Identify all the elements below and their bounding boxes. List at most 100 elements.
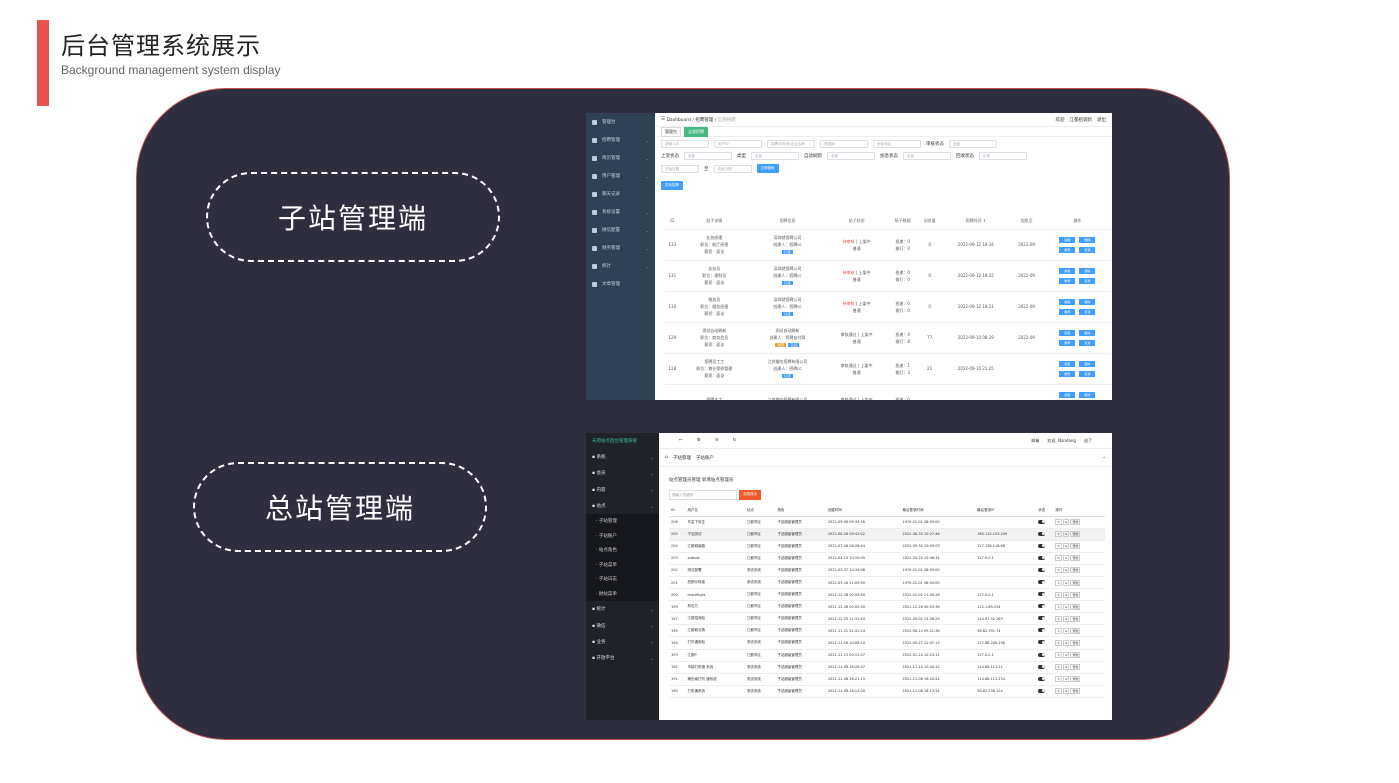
sidebar-item[interactable]: ▪ 统计 ⌄ [586,601,659,617]
row-action-button[interactable]: ✎ [1055,688,1062,695]
action-button[interactable]: 推荐 [1059,246,1076,253]
row-action-button[interactable]: 登陆 [1070,567,1081,574]
status-toggle[interactable] [1038,580,1046,585]
status-toggle[interactable] [1038,543,1046,548]
chevron-down-icon[interactable]: ⌄ [1102,455,1106,460]
tab-dashboard[interactable]: 管理台 [661,126,681,137]
action-button[interactable]: 编辑 [1059,391,1076,398]
action-button[interactable]: 置顶 [1079,339,1096,346]
row-action-button[interactable]: ⊖ [1062,639,1070,646]
row-action-button[interactable]: ✎ [1055,639,1062,646]
row-action-button[interactable]: ⊖ [1062,603,1070,610]
row-action-button[interactable]: 登陆 [1070,664,1081,671]
row-action-button[interactable]: ⊖ [1062,627,1070,634]
row-action-button[interactable]: ⊖ [1062,579,1070,586]
sidebar-item[interactable]: · 子站菜单 [586,557,659,573]
row-action-button[interactable]: ⊖ [1062,555,1070,562]
user-id-input[interactable]: 用户ID [714,140,762,148]
row-action-button[interactable]: ✎ [1055,676,1062,683]
search-button[interactable]: 查找提示 [739,490,761,500]
row-action-button[interactable]: ✎ [1055,543,1062,550]
status-toggle[interactable] [1038,567,1046,572]
row-action-button[interactable]: ✎ [1055,579,1062,586]
status-toggle[interactable] [1038,616,1046,621]
row-action-button[interactable]: 登陆 [1070,591,1081,598]
tab-all-jobs[interactable]: 全部招聘 [684,126,708,137]
row-action-button[interactable]: ⊖ [1062,531,1070,538]
row-action-button[interactable]: 登陆 [1070,543,1081,550]
row-action-button[interactable]: ✎ [1055,555,1062,562]
row-action-button[interactable]: ✎ [1055,567,1062,574]
action-button[interactable]: 置顶 [1079,246,1096,253]
search-button[interactable]: 立即搜索 [756,164,779,173]
row-action-button[interactable]: 登陆 [1070,603,1081,610]
sidebar-item[interactable]: 用户管理 ⌄ [586,167,655,185]
sidebar-item[interactable]: ▪ 会员 ⌄ [586,465,659,481]
urgent-select[interactable]: 全部 [903,152,951,160]
row-action-button[interactable]: ⊖ [1062,519,1070,526]
action-button[interactable]: 删除 [1079,329,1096,336]
action-button[interactable]: 删除 [1079,298,1096,305]
sidebar-item[interactable]: · 财站菜单 [586,586,659,602]
sidebar-item[interactable]: 管理台 [586,113,655,131]
row-action-button[interactable]: 登陆 [1070,627,1081,634]
status-toggle[interactable] [1038,531,1046,536]
row-action-button[interactable]: ✎ [1055,603,1062,610]
home-icon[interactable]: ⌂ [665,455,668,460]
type-select[interactable]: 全部 [751,152,799,160]
sidebar-item[interactable]: · 子站账户 [586,528,659,544]
row-action-button[interactable]: 登陆 [1070,639,1081,646]
action-button[interactable]: 置顶 [1079,370,1096,377]
status-toggle[interactable] [1038,664,1046,669]
row-action-button[interactable]: 登陆 [1070,676,1081,683]
action-button[interactable]: 删除 [1079,267,1096,274]
category-select[interactable]: 请选择 [820,140,868,148]
row-action-button[interactable]: ✎ [1055,519,1062,526]
user-name[interactable]: 欢迎, Nandang [1047,438,1076,444]
publish-job-button[interactable]: 发布招聘 [661,181,683,190]
back-icon[interactable]: ← [679,438,683,443]
sidebar-item[interactable]: ▪ 业务 ⌄ [586,634,659,650]
region-select[interactable]: 全部地区 [873,140,921,148]
sidebar-item[interactable]: 聊天记录 [586,185,655,203]
status-toggle[interactable] [1038,640,1046,645]
row-action-button[interactable]: 登陆 [1070,652,1081,659]
row-action-button[interactable]: ⊖ [1062,688,1070,695]
stack-icon[interactable]: ≡ [715,438,719,443]
row-action-button[interactable]: ⊖ [1062,664,1070,671]
row-action-button[interactable]: 登陆 [1070,688,1081,695]
row-action-button[interactable]: ✎ [1055,591,1062,598]
user-name[interactable]: 江都招调新 [1070,117,1093,123]
tab-sub-account[interactable]: 子站账户 [696,455,714,461]
sidebar-item[interactable]: 简历管理 ⌄ [586,149,655,167]
sidebar-item[interactable]: · 子站日志 [586,572,659,587]
sidebar-item[interactable]: ▪ 系统 ⌄ [586,449,659,465]
action-button[interactable]: 删除 [1079,236,1096,243]
status-toggle[interactable] [1038,592,1046,597]
action-button[interactable]: 置顶 [1079,277,1096,284]
action-button[interactable]: 置顶 [1079,308,1096,315]
action-button[interactable]: 编辑 [1059,360,1076,367]
sidebar-item[interactable]: 文章管理 [586,275,655,293]
status-toggle[interactable] [1038,604,1046,609]
sidebar-item[interactable]: 统计 ⌄ [586,257,655,275]
action-button[interactable]: 编辑 [1059,298,1076,305]
recycle-select[interactable]: 正常 [979,152,1027,160]
status-toggle[interactable] [1038,519,1046,524]
row-action-button[interactable]: ✎ [1055,664,1062,671]
start-date-input[interactable]: 开始日期 [661,164,699,173]
settings-icon[interactable]: ⚙ [697,438,701,443]
action-button[interactable]: 推荐 [1059,277,1076,284]
sidebar-item[interactable]: · 站点角色 [586,543,659,558]
status-toggle[interactable] [1038,628,1046,633]
row-action-button[interactable]: 登陆 [1070,531,1081,538]
action-button[interactable]: 推荐 [1059,308,1076,315]
sidebar-item[interactable]: ▪ 站点 ⌄ [586,498,659,514]
row-action-button[interactable]: 登陆 [1070,519,1081,526]
action-button[interactable]: 编辑 [1059,267,1076,274]
status-toggle[interactable] [1038,688,1046,693]
sidebar-item[interactable]: 微信配置 ⌄ [586,221,655,239]
search-input[interactable]: 请输入关键词 [669,490,737,500]
action-button[interactable]: 编辑 [1059,236,1076,243]
status-toggle[interactable] [1038,652,1046,657]
